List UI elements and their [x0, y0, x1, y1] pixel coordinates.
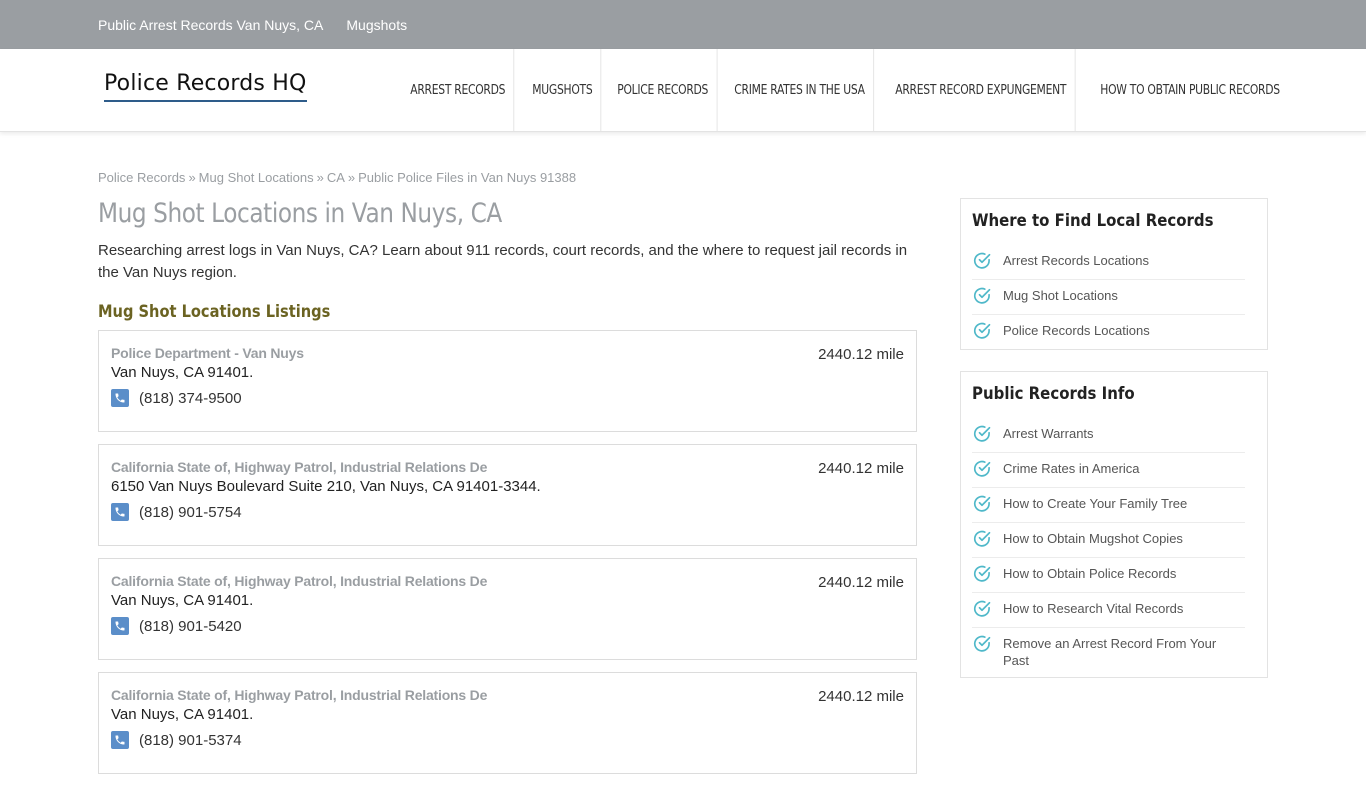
- sidebar: Where to Find Local Records Arrest Recor…: [960, 198, 1268, 699]
- listing-distance: 2440.12 mile: [818, 460, 904, 477]
- page-title: Mug Shot Locations in Van Nuys, CA: [98, 198, 502, 229]
- widget-item: Crime Rates in America: [972, 453, 1245, 488]
- widget-link[interactable]: How to Obtain Mugshot Copies: [1003, 530, 1183, 547]
- listing-phone: (818) 374-9500: [111, 389, 904, 407]
- widget-public-records-info: Public Records Info Arrest Warrants Crim…: [960, 371, 1268, 678]
- nav-item-expungement[interactable]: ARREST RECORD EXPUNGEMENT: [887, 49, 1076, 132]
- topbar-link-arrest-records[interactable]: Public Arrest Records Van Nuys, CA: [98, 17, 323, 33]
- breadcrumb-item[interactable]: CA: [327, 170, 345, 185]
- widget-link[interactable]: Arrest Warrants: [1003, 425, 1094, 442]
- check-circle-icon: [973, 530, 991, 547]
- section-title: Mug Shot Locations Listings: [98, 302, 331, 322]
- site-header: Police Records HQ ARREST RECORDS MUGSHOT…: [0, 49, 1366, 132]
- breadcrumb-item[interactable]: Public Police Files in Van Nuys 91388: [358, 170, 576, 185]
- check-circle-icon: [973, 425, 991, 442]
- nav-item-obtain-public-records[interactable]: HOW TO OBTAIN PUBLIC RECORDS: [1092, 49, 1288, 132]
- listing-card: California State of, Highway Patrol, Ind…: [98, 558, 917, 660]
- listing-phone: (818) 901-5754: [111, 503, 904, 521]
- widget-item: Police Records Locations: [972, 315, 1245, 349]
- check-circle-icon: [973, 287, 991, 304]
- phone-number[interactable]: (818) 901-5374: [139, 732, 242, 749]
- listing-name[interactable]: Police Department - Van Nuys: [111, 345, 904, 361]
- top-bar: Public Arrest Records Van Nuys, CA Mugsh…: [0, 0, 1366, 49]
- phone-icon: [111, 617, 129, 635]
- widget-link[interactable]: Arrest Records Locations: [1003, 252, 1149, 269]
- listing-card: California State of, Highway Patrol, Ind…: [98, 672, 917, 774]
- breadcrumb-item[interactable]: Police Records: [98, 170, 185, 185]
- widget-item: How to Create Your Family Tree: [972, 488, 1245, 523]
- check-circle-icon: [973, 252, 991, 269]
- check-circle-icon: [973, 600, 991, 617]
- topbar-link-mugshots[interactable]: Mugshots: [346, 17, 407, 33]
- widget-list: Arrest Records Locations Mug Shot Locati…: [972, 245, 1256, 349]
- nav-item-mugshots[interactable]: MUGSHOTS: [524, 49, 602, 132]
- listing-name[interactable]: California State of, Highway Patrol, Ind…: [111, 459, 904, 475]
- widget-link[interactable]: Mug Shot Locations: [1003, 287, 1118, 304]
- listing-phone: (818) 901-5374: [111, 731, 904, 749]
- intro-text: Researching arrest logs in Van Nuys, CA?…: [98, 242, 908, 281]
- listing-address: Van Nuys, CA 91401.: [111, 706, 254, 723]
- widget-item: Mug Shot Locations: [972, 280, 1245, 315]
- breadcrumb: Police Records» Mug Shot Locations» CA» Pub…: [98, 170, 917, 190]
- breadcrumb-separator: »: [188, 170, 196, 185]
- logo-underline: [104, 100, 307, 102]
- phone-icon: [111, 731, 129, 749]
- listing-name[interactable]: California State of, Highway Patrol, Ind…: [111, 573, 904, 589]
- widget-item: How to Obtain Mugshot Copies: [972, 523, 1245, 558]
- widget-link[interactable]: Police Records Locations: [1003, 322, 1150, 339]
- listing-address: 6150 Van Nuys Boulevard Suite 210, Van N…: [111, 478, 541, 495]
- main-content: Police Records» Mug Shot Locations» CA» Pub…: [98, 170, 917, 786]
- widget-link[interactable]: Remove an Arrest Record From Your Past: [1003, 635, 1218, 669]
- listing-distance: 2440.12 mile: [818, 688, 904, 705]
- listing-phone: (818) 901-5420: [111, 617, 904, 635]
- phone-number[interactable]: (818) 374-9500: [139, 390, 242, 407]
- phone-icon: [111, 503, 129, 521]
- breadcrumb-separator: »: [347, 170, 356, 185]
- main-nav: ARREST RECORDS MUGSHOTS POLICE RECORDS C…: [402, 49, 1305, 132]
- site-logo[interactable]: Police Records HQ: [104, 71, 307, 102]
- nav-item-police-records[interactable]: POLICE RECORDS: [609, 49, 717, 132]
- widget-title: Where to Find Local Records: [972, 211, 1214, 231]
- widget-item: How to Obtain Police Records: [972, 558, 1245, 593]
- breadcrumb-separator: »: [316, 170, 324, 185]
- widget-local-records: Where to Find Local Records Arrest Recor…: [960, 198, 1268, 350]
- widget-list: Arrest Warrants Crime Rates in America H…: [972, 418, 1256, 677]
- widget-link[interactable]: How to Obtain Police Records: [1003, 565, 1176, 582]
- nav-item-arrest-records[interactable]: ARREST RECORDS: [402, 49, 515, 132]
- listing-distance: 2440.12 mile: [818, 574, 904, 591]
- widget-item: How to Research Vital Records: [972, 593, 1245, 628]
- widget-item: Remove an Arrest Record From Your Past: [972, 628, 1245, 677]
- listing-card: California State of, Highway Patrol, Ind…: [98, 444, 917, 546]
- listing-address: Van Nuys, CA 91401.: [111, 592, 254, 609]
- check-circle-icon: [973, 322, 991, 339]
- phone-number[interactable]: (818) 901-5754: [139, 504, 242, 521]
- check-circle-icon: [973, 495, 991, 512]
- logo-text: Police Records HQ: [104, 71, 307, 96]
- widget-item: Arrest Warrants: [972, 418, 1245, 453]
- check-circle-icon: [973, 565, 991, 582]
- widget-title: Public Records Info: [972, 384, 1135, 404]
- breadcrumb-item[interactable]: Mug Shot Locations: [199, 170, 314, 185]
- check-circle-icon: [973, 460, 991, 477]
- check-circle-icon: [973, 635, 991, 652]
- listing-address: Van Nuys, CA 91401.: [111, 364, 254, 381]
- listing-distance: 2440.12 mile: [818, 346, 904, 363]
- listing-card: Police Department - Van Nuys 2440.12 mil…: [98, 330, 917, 432]
- nav-item-crime-rates[interactable]: CRIME RATES IN THE USA: [726, 49, 875, 132]
- widget-link[interactable]: How to Research Vital Records: [1003, 600, 1183, 617]
- widget-item: Arrest Records Locations: [972, 245, 1245, 280]
- phone-number[interactable]: (818) 901-5420: [139, 618, 242, 635]
- widget-link[interactable]: How to Create Your Family Tree: [1003, 495, 1187, 512]
- phone-icon: [111, 389, 129, 407]
- widget-link[interactable]: Crime Rates in America: [1003, 460, 1140, 477]
- listing-name[interactable]: California State of, Highway Patrol, Ind…: [111, 687, 904, 703]
